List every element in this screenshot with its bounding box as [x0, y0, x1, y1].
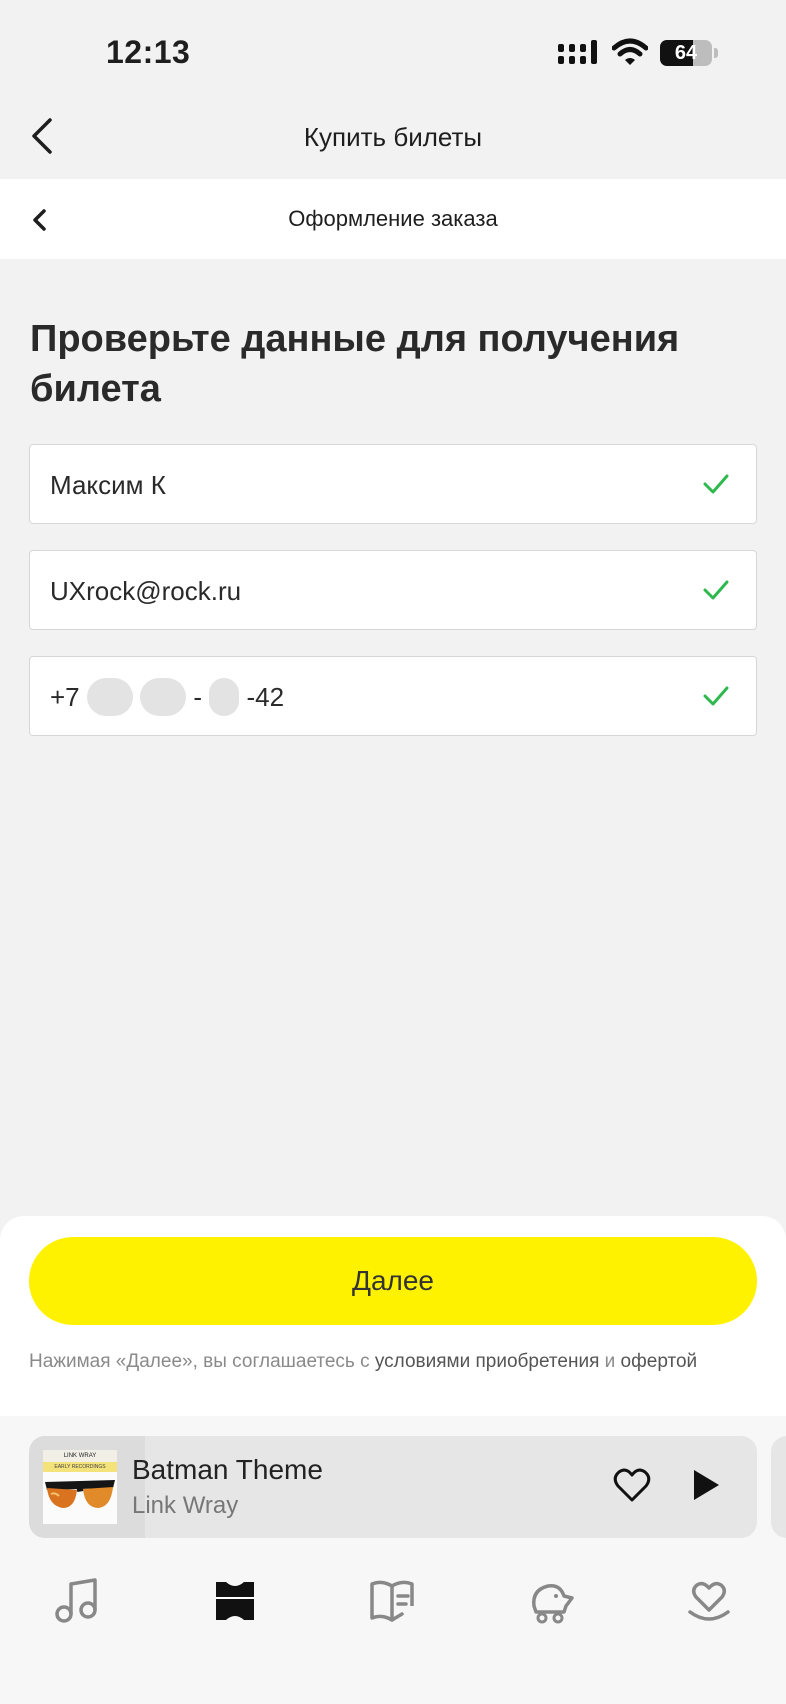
- heart-icon[interactable]: [613, 1468, 651, 1504]
- music-icon[interactable]: [52, 1576, 102, 1626]
- phone-redaction: [86, 678, 133, 717]
- tickets-icon[interactable]: [210, 1576, 260, 1626]
- page-title-buy-tickets: Купить билеты: [303, 122, 483, 152]
- legal-notice: Нажимая «Далее», вы соглашаетесь с услов…: [29, 1351, 698, 1372]
- next-player-card: [771, 1436, 786, 1538]
- status-time: 12:13: [106, 34, 191, 70]
- order-header: Оформление заказа: [0, 179, 786, 259]
- phone-prefix: +7: [50, 682, 80, 712]
- name-field-value: Максим К: [50, 470, 166, 500]
- offer-link[interactable]: офертой: [621, 1351, 698, 1372]
- battery-percentage: 64: [674, 42, 698, 64]
- checkmark-icon: [703, 474, 729, 494]
- play-icon[interactable]: [691, 1468, 721, 1502]
- kids-icon[interactable]: [526, 1576, 576, 1626]
- phone-field-value: +7 - -42: [50, 657, 284, 737]
- favorites-icon[interactable]: [684, 1576, 734, 1626]
- mini-player[interactable]: LINK WRAY EARLY RECORDINGS Batman Theme …: [29, 1436, 757, 1538]
- checkmark-icon: [703, 686, 729, 706]
- wifi-icon: [612, 38, 648, 65]
- track-title: Batman Theme: [132, 1454, 323, 1485]
- track-artist: Link Wray: [132, 1492, 239, 1519]
- battery-icon: 64: [660, 40, 718, 66]
- album-cover: LINK WRAY EARLY RECORDINGS: [43, 1450, 117, 1524]
- bottom-action-panel: Далее Нажимая «Далее», вы соглашаетесь с…: [0, 1216, 786, 1416]
- phone-redaction: [209, 678, 240, 717]
- album-cover-title: LINK WRAY: [43, 1450, 117, 1462]
- phone-redaction: [140, 678, 187, 717]
- player-area: LINK WRAY EARLY RECORDINGS Batman Theme …: [0, 1416, 786, 1704]
- email-field-value: UXrock@rock.ru: [50, 576, 242, 606]
- next-button[interactable]: Далее: [29, 1237, 757, 1325]
- purchase-terms-link[interactable]: условиями приобретения: [375, 1351, 599, 1372]
- form-heading: Проверьте данные для получения билета: [30, 318, 680, 410]
- checkmark-icon: [703, 580, 729, 600]
- phone-field[interactable]: +7 - -42: [29, 656, 757, 736]
- name-field[interactable]: Максим К: [29, 444, 757, 524]
- phone-dash: -: [193, 682, 203, 712]
- phone-suffix: -42: [246, 682, 285, 712]
- email-field[interactable]: UXrock@rock.ru: [29, 550, 757, 630]
- books-icon[interactable]: [368, 1576, 418, 1626]
- top-navigation-bar: Купить билеты: [0, 100, 786, 178]
- bottom-tab-bar: [0, 1566, 786, 1656]
- cellular-signal-icon: [558, 40, 597, 64]
- sunglasses-image: [43, 1472, 117, 1524]
- album-cover-subtitle: EARLY RECORDINGS: [43, 1462, 117, 1472]
- status-bar: 12:13 64: [0, 0, 786, 100]
- order-title: Оформление заказа: [288, 206, 498, 231]
